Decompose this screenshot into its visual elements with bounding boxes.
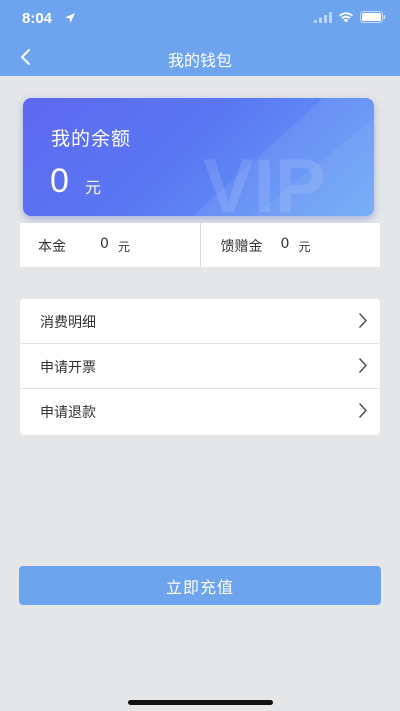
page-title: 我的钱包 bbox=[167, 51, 232, 70]
menu-item-label: 申请开票 bbox=[40, 360, 96, 376]
chevron-right-icon bbox=[359, 358, 367, 373]
header: 8:04 我的钱包 bbox=[0, 0, 400, 76]
menu-item-label: 消费明细 bbox=[40, 315, 96, 331]
status-indicators bbox=[314, 11, 386, 23]
battery-icon bbox=[360, 11, 386, 23]
menu-item-request-invoice[interactable]: 申请开票 bbox=[20, 344, 380, 389]
balance-title: 我的余额 bbox=[51, 128, 132, 150]
recharge-button[interactable]: 立即充值 bbox=[19, 566, 381, 605]
home-indicator bbox=[128, 700, 273, 705]
gift-unit: 元 bbox=[298, 240, 311, 254]
balance-card: VIP 我的余额 0 元 bbox=[23, 98, 374, 216]
menu-item-consumption-details[interactable]: 消费明细 bbox=[20, 299, 380, 344]
principal-value: 0 bbox=[100, 236, 109, 252]
balance-amount: 0 bbox=[50, 162, 69, 200]
balance-unit: 元 bbox=[85, 178, 102, 197]
chevron-right-icon bbox=[359, 313, 367, 328]
card-decoration: VIP bbox=[193, 98, 374, 216]
wallet-screen: 8:04 我的钱包 VIP 我的余额 0 元 本金 0 元 馈赠金 0 元 消费… bbox=[0, 0, 400, 711]
gift-label: 馈赠金 bbox=[220, 239, 263, 255]
gift-value: 0 bbox=[280, 236, 290, 252]
wifi-icon bbox=[339, 12, 353, 23]
funds-breakdown: 本金 0 元 馈赠金 0 元 bbox=[20, 223, 380, 267]
principal-cell: 本金 0 元 bbox=[20, 223, 200, 267]
location-arrow-icon bbox=[65, 13, 75, 23]
menu-list: 消费明细 申请开票 申请退款 bbox=[20, 299, 380, 435]
gift-cell: 馈赠金 0 元 bbox=[199, 223, 381, 267]
nav-bar: 我的钱包 bbox=[0, 38, 400, 76]
status-time: 8:04 bbox=[22, 10, 53, 27]
card-watermark: VIP bbox=[203, 144, 326, 216]
menu-item-request-refund[interactable]: 申请退款 bbox=[20, 389, 380, 435]
principal-unit: 元 bbox=[118, 240, 131, 254]
menu-item-label: 申请退款 bbox=[40, 405, 96, 421]
principal-label: 本金 bbox=[38, 239, 66, 255]
status-bar: 8:04 bbox=[0, 0, 400, 38]
chevron-right-icon bbox=[359, 403, 367, 418]
signal-icon bbox=[314, 11, 332, 23]
